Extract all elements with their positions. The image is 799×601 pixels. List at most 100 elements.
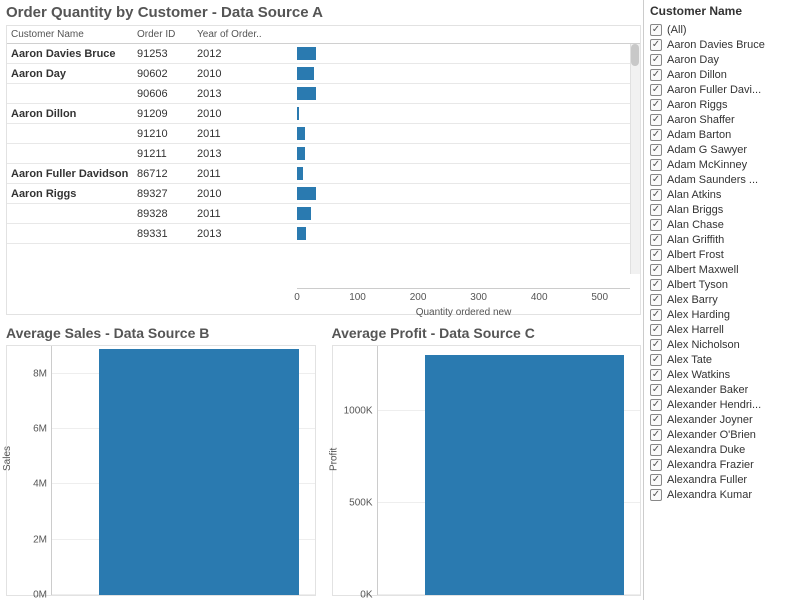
checkbox-icon[interactable] — [650, 54, 662, 66]
table-row[interactable]: 893282011 — [7, 204, 640, 224]
filter-item[interactable]: Alan Atkins — [650, 187, 797, 202]
filter-item[interactable]: Aaron Davies Bruce — [650, 37, 797, 52]
checkbox-icon[interactable] — [650, 489, 662, 501]
col-header-customer[interactable]: Customer Name — [7, 29, 137, 40]
filter-item-label: Albert Tyson — [667, 279, 728, 291]
scrollbar-track[interactable] — [630, 44, 640, 274]
checkbox-icon[interactable] — [650, 429, 662, 441]
checkbox-icon[interactable] — [650, 309, 662, 321]
table-row[interactable]: 893312013 — [7, 224, 640, 244]
filter-item[interactable]: Alan Griffith — [650, 232, 797, 247]
col-header-year[interactable]: Year of Order.. — [197, 29, 297, 40]
checkbox-icon[interactable] — [650, 24, 662, 36]
cell-order-id: 89328 — [137, 208, 197, 220]
filter-item[interactable]: Albert Tyson — [650, 277, 797, 292]
checkbox-icon[interactable] — [650, 414, 662, 426]
table-row[interactable]: Aaron Fuller Davidson867122011 — [7, 164, 640, 184]
filter-list[interactable]: (All)Aaron Davies BruceAaron DayAaron Di… — [650, 22, 797, 596]
filter-item-label: Alex Watkins — [667, 369, 730, 381]
checkbox-icon[interactable] — [650, 69, 662, 81]
filter-item[interactable]: Albert Maxwell — [650, 262, 797, 277]
filter-item[interactable]: Adam Barton — [650, 127, 797, 142]
y-tick: 500K — [349, 497, 372, 508]
cell-order-id: 90602 — [137, 68, 197, 80]
table-row[interactable]: Aaron Day906022010 — [7, 64, 640, 84]
checkbox-icon[interactable] — [650, 129, 662, 141]
filter-item[interactable]: Aaron Fuller Davi... — [650, 82, 797, 97]
checkbox-icon[interactable] — [650, 369, 662, 381]
filter-item[interactable]: Alex Barry — [650, 292, 797, 307]
scrollbar-thumb[interactable] — [631, 44, 639, 66]
checkbox-icon[interactable] — [650, 399, 662, 411]
checkbox-icon[interactable] — [650, 354, 662, 366]
checkbox-icon[interactable] — [650, 324, 662, 336]
filter-item[interactable]: Aaron Day — [650, 52, 797, 67]
filter-item[interactable]: Alexander Joyner — [650, 412, 797, 427]
cell-bar — [297, 64, 640, 83]
checkbox-icon[interactable] — [650, 204, 662, 216]
col-header-order[interactable]: Order ID — [137, 29, 197, 40]
checkbox-icon[interactable] — [650, 294, 662, 306]
checkbox-icon[interactable] — [650, 219, 662, 231]
cell-year: 2013 — [197, 88, 297, 100]
filter-item[interactable]: Aaron Shaffer — [650, 112, 797, 127]
filter-item[interactable]: Adam G Sawyer — [650, 142, 797, 157]
checkbox-icon[interactable] — [650, 99, 662, 111]
table-row[interactable]: 912112013 — [7, 144, 640, 164]
table-row[interactable]: 906062013 — [7, 84, 640, 104]
checkbox-icon[interactable] — [650, 114, 662, 126]
filter-item[interactable]: Alex Tate — [650, 352, 797, 367]
chart-b-plot[interactable]: Sales 0M2M4M6M8M — [6, 345, 316, 596]
checkbox-icon[interactable] — [650, 234, 662, 246]
filter-item[interactable]: Alexander O'Brien — [650, 427, 797, 442]
filter-item[interactable]: Aaron Riggs — [650, 97, 797, 112]
filter-item-label: Alex Tate — [667, 354, 712, 366]
cell-bar — [297, 124, 640, 143]
bar[interactable] — [425, 355, 625, 595]
bar[interactable] — [99, 349, 299, 595]
filter-item[interactable]: Alex Harding — [650, 307, 797, 322]
filter-item-label: Adam Saunders ... — [667, 174, 758, 186]
filter-item-label: Alexander O'Brien — [667, 429, 756, 441]
filter-item[interactable]: Albert Frost — [650, 247, 797, 262]
checkbox-icon[interactable] — [650, 189, 662, 201]
table-row[interactable]: Aaron Davies Bruce912532012 — [7, 44, 640, 64]
filter-item[interactable]: Alex Watkins — [650, 367, 797, 382]
filter-item[interactable]: Alexandra Duke — [650, 442, 797, 457]
filter-item[interactable]: Alexander Baker — [650, 382, 797, 397]
checkbox-icon[interactable] — [650, 339, 662, 351]
checkbox-icon[interactable] — [650, 174, 662, 186]
filter-item[interactable]: Alex Harrell — [650, 322, 797, 337]
checkbox-icon[interactable] — [650, 159, 662, 171]
filter-item[interactable]: Alexandra Fuller — [650, 472, 797, 487]
filter-item[interactable]: (All) — [650, 22, 797, 37]
chart-a-body[interactable]: Aaron Davies Bruce912532012Aaron Day9060… — [7, 44, 640, 288]
filter-item[interactable]: Alex Nicholson — [650, 337, 797, 352]
checkbox-icon[interactable] — [650, 264, 662, 276]
filter-item[interactable]: Alan Chase — [650, 217, 797, 232]
checkbox-icon[interactable] — [650, 474, 662, 486]
filter-item[interactable]: Adam McKinney — [650, 157, 797, 172]
filter-item[interactable]: Alexandra Kumar — [650, 487, 797, 502]
cell-customer: Aaron Riggs — [7, 188, 137, 200]
table-row[interactable]: Aaron Dillon912092010 — [7, 104, 640, 124]
chart-a-header-row: Customer Name Order ID Year of Order.. — [7, 26, 640, 44]
table-row[interactable]: Aaron Riggs893272010 — [7, 184, 640, 204]
checkbox-icon[interactable] — [650, 39, 662, 51]
checkbox-icon[interactable] — [650, 384, 662, 396]
y-tick: 2M — [33, 534, 47, 545]
checkbox-icon[interactable] — [650, 249, 662, 261]
filter-item[interactable]: Alexander Hendri... — [650, 397, 797, 412]
filter-item[interactable]: Alan Briggs — [650, 202, 797, 217]
checkbox-icon[interactable] — [650, 279, 662, 291]
checkbox-icon[interactable] — [650, 84, 662, 96]
filter-item[interactable]: Alexandra Frazier — [650, 457, 797, 472]
checkbox-icon[interactable] — [650, 144, 662, 156]
filter-item[interactable]: Aaron Dillon — [650, 67, 797, 82]
filter-item[interactable]: Adam Saunders ... — [650, 172, 797, 187]
filter-item-label: Aaron Shaffer — [667, 114, 735, 126]
table-row[interactable]: 912102011 — [7, 124, 640, 144]
chart-c-plot[interactable]: Profit 0K500K1000K — [332, 345, 642, 596]
checkbox-icon[interactable] — [650, 459, 662, 471]
checkbox-icon[interactable] — [650, 444, 662, 456]
